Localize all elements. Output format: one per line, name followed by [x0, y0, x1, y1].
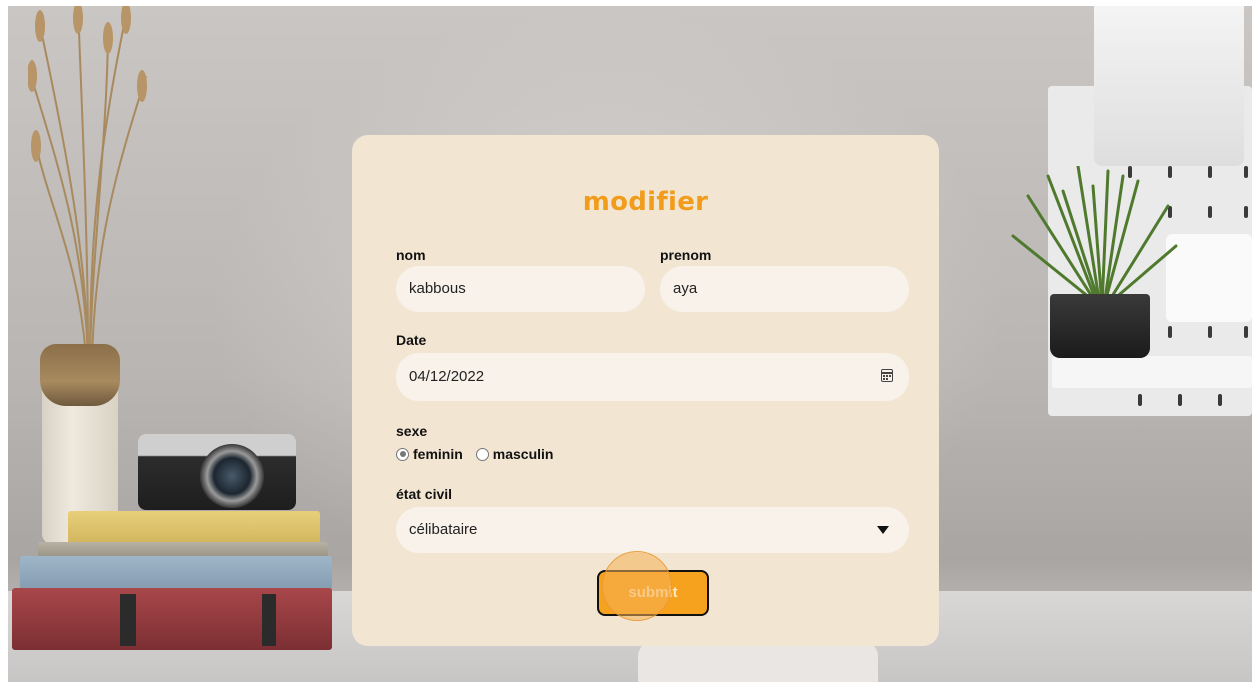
peg-hole: [1138, 394, 1142, 406]
etat-civil-select[interactable]: célibataire: [396, 507, 909, 553]
prenom-label: prenom: [660, 247, 712, 263]
peg-hole: [1244, 206, 1248, 218]
chevron-down-icon: [877, 526, 889, 534]
etat-civil-label: état civil: [396, 486, 453, 502]
sexe-label: sexe: [396, 423, 428, 439]
camera: [138, 434, 296, 510]
peg-hole: [1168, 326, 1172, 338]
submit-button[interactable]: submit: [597, 570, 709, 616]
peg-hole: [1208, 326, 1212, 338]
radio-masculin-label[interactable]: masculin: [493, 446, 554, 462]
prenom-input[interactable]: aya: [660, 266, 909, 312]
peg-hole: [1218, 394, 1222, 406]
camera-lens: [200, 444, 264, 508]
peg-hole: [1244, 326, 1248, 338]
form-title: modifier: [582, 187, 709, 217]
sexe-radio-group: feminin masculin: [396, 446, 566, 462]
date-value: 04/12/2022: [409, 368, 485, 385]
calendar-icon[interactable]: [881, 369, 893, 382]
dried-grass-decoration: [28, 6, 147, 356]
wall-organizer: [1094, 6, 1244, 166]
book-red: [12, 588, 332, 650]
radio-feminin[interactable]: [396, 447, 409, 461]
wall-shelf: [1052, 356, 1252, 388]
nom-label: nom: [396, 247, 426, 263]
plant-decoration: [1011, 166, 1178, 306]
date-input[interactable]: 04/12/2022: [396, 353, 909, 401]
book-band: [120, 594, 136, 646]
nom-value: kabbous: [409, 280, 466, 297]
wall-cup: [1166, 234, 1252, 322]
date-label: Date: [396, 332, 427, 348]
book-band: [262, 594, 276, 646]
edit-form-card: modifier nom kabbous prenom aya Date 04/…: [352, 135, 939, 646]
nom-input[interactable]: kabbous: [396, 266, 645, 312]
vase-glaze: [40, 344, 120, 406]
radio-masculin[interactable]: [475, 447, 489, 461]
peg-hole: [1244, 166, 1248, 178]
peg-hole: [1178, 394, 1182, 406]
radio-feminin-label[interactable]: feminin: [413, 446, 463, 462]
peg-hole: [1208, 206, 1212, 218]
peg-hole: [1208, 166, 1212, 178]
prenom-value: aya: [673, 280, 698, 297]
plant-pot: [1050, 294, 1150, 358]
etat-civil-value: célibataire: [409, 521, 478, 538]
